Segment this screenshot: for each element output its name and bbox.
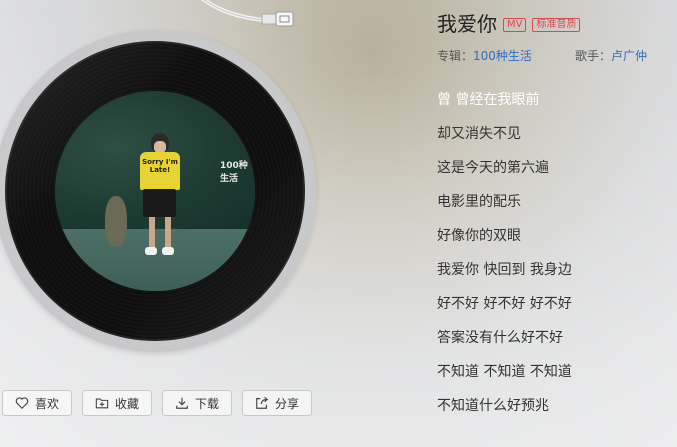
lyrics-panel[interactable]: 曾 曾经在我眼前 却又消失不见 这是今天的第六遍 电影里的配乐 好像你的双眼 我… <box>437 92 672 432</box>
heart-icon <box>15 397 29 410</box>
quality-tag[interactable]: 标准音质 <box>532 17 581 32</box>
lyric-line: 不知道 不知道 不知道 <box>437 364 572 380</box>
artist-link[interactable]: 卢广仲 <box>611 49 647 63</box>
cover-badge: 100种生活 <box>220 161 248 184</box>
album-link[interactable]: 100种生活 <box>473 49 532 63</box>
guitar-case <box>105 196 127 246</box>
share-button[interactable]: 分享 <box>242 390 313 416</box>
lyric-line: 我爱你 快回到 我身边 <box>437 262 572 278</box>
like-button[interactable]: 喜欢 <box>2 390 73 416</box>
record-player: Sorry I'm Late! 100种生活 <box>0 30 316 352</box>
artist-meta: 歌手：卢广仲 <box>575 47 647 64</box>
mv-tag[interactable]: MV <box>503 17 527 32</box>
cover-shirt-text: Sorry I'm Late! <box>140 152 180 190</box>
lyric-line: 不知道什么好预兆 <box>437 398 549 414</box>
vinyl-disc: Sorry I'm Late! 100种生活 <box>5 41 305 341</box>
album-label: 专辑： <box>437 49 474 63</box>
collect-button[interactable]: 收藏 <box>82 390 153 416</box>
download-label: 下载 <box>195 396 220 411</box>
lyric-line: 却又消失不见 <box>437 126 521 142</box>
song-title: 我爱你 <box>437 12 497 36</box>
lyric-line: 好不好 好不好 好不好 <box>437 296 572 312</box>
title-row: 我爱你 MV 标准音质 <box>437 8 677 37</box>
like-label: 喜欢 <box>35 396 60 411</box>
lyric-line: 这是今天的第六遍 <box>437 160 549 176</box>
download-button[interactable]: 下载 <box>162 390 233 416</box>
share-label: 分享 <box>275 396 300 411</box>
collect-label: 收藏 <box>115 396 140 411</box>
lyric-line: 电影里的配乐 <box>437 194 521 210</box>
meta-row: 专辑：100种生活 歌手：卢广仲 <box>437 47 677 64</box>
add-folder-icon <box>95 398 109 409</box>
song-info: 我爱你 MV 标准音质 专辑：100种生活 歌手：卢广仲 <box>437 8 677 64</box>
album-cover: Sorry I'm Late! 100种生活 <box>55 91 255 291</box>
action-bar: 喜欢 收藏 下载 分享 <box>2 390 313 416</box>
lyric-line: 答案没有什么好不好 <box>437 330 563 346</box>
album-meta: 专辑：100种生活 <box>437 47 575 64</box>
share-icon <box>256 396 269 409</box>
tonearm <box>201 0 294 27</box>
lyric-line: 好像你的双眼 <box>437 228 521 244</box>
artist-label: 歌手： <box>575 49 612 63</box>
download-icon <box>176 397 188 409</box>
lyric-line-current: 曾 曾经在我眼前 <box>437 92 540 108</box>
